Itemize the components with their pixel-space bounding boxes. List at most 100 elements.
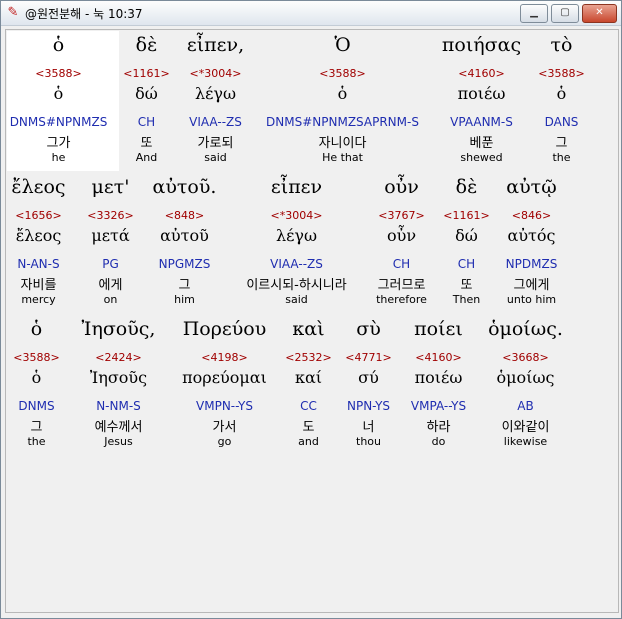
strong-number: <3588>: [319, 67, 366, 80]
lemma: δώ: [455, 226, 478, 245]
korean-gloss: 그: [555, 136, 568, 151]
lemma: ἔλεος: [15, 226, 62, 245]
strong-number: <1656>: [15, 209, 62, 222]
strong-number: <2424>: [95, 351, 142, 364]
korean-gloss: 자니이다: [318, 136, 367, 151]
parsing-code: NPDMZS: [505, 257, 558, 271]
strong-number: <*3004>: [189, 67, 242, 80]
korean-gloss: 이와같이: [501, 420, 550, 435]
parsing-code: AB: [517, 399, 534, 413]
english-gloss: and: [298, 435, 319, 448]
english-gloss: likewise: [503, 435, 548, 448]
parsing-code: VIAA--ZS: [270, 257, 323, 271]
strong-number: <3668>: [502, 351, 549, 364]
korean-gloss: 또: [140, 136, 153, 151]
parsing-code: N-AN-S: [17, 257, 60, 271]
korean-gloss: 자비를: [20, 278, 57, 293]
english-gloss: therefore: [376, 293, 427, 306]
lemma: ὁμοίως: [496, 368, 555, 387]
parsing-code: N-NM-S: [96, 399, 141, 413]
english-gloss: the: [27, 435, 46, 448]
lemma: αὐτός: [507, 226, 556, 245]
lemma: ὁ: [337, 84, 348, 103]
korean-gloss: 가로되: [197, 136, 234, 151]
window-title: @원전분해 - 눅 10:37: [25, 7, 143, 21]
parsing-code: VIAA--ZS: [189, 115, 242, 129]
parsing-code: PG: [102, 257, 119, 271]
strong-number: <4198>: [201, 351, 248, 364]
english-gloss: Then: [452, 293, 481, 306]
strong-number: <3588>: [538, 67, 585, 80]
maximize-icon: ▢: [560, 7, 570, 18]
parsing-code: CH: [392, 257, 411, 271]
english-gloss: do: [431, 435, 446, 448]
korean-gloss: 그러므로: [377, 278, 426, 293]
parsing-code: VPAANM-S: [450, 115, 513, 129]
strong-number: <3588>: [13, 351, 60, 364]
interlinear-view[interactable]: ὁ <3588> ὁ DNMS#NPNMZS 그가 he δὲ <1161> δ…: [5, 29, 619, 613]
korean-gloss: 그가: [46, 136, 71, 151]
english-gloss: thou: [356, 435, 381, 448]
english-gloss: go: [217, 435, 232, 448]
greek-word: Πορεύου: [182, 318, 267, 340]
english-gloss: And: [135, 151, 158, 164]
greek-word: ἔλεος: [11, 176, 66, 198]
english-gloss: the: [552, 151, 571, 164]
lemma: ὁ: [31, 368, 42, 387]
strong-number: <2532>: [285, 351, 332, 364]
greek-word: Ἰησοῦς,: [81, 318, 156, 340]
parsing-code: CH: [137, 115, 156, 129]
lemma: πορεύομαι: [182, 368, 267, 387]
strong-number: <3588>: [35, 67, 82, 80]
maximize-button[interactable]: ▢: [551, 4, 579, 23]
parsing-code: CH: [457, 257, 476, 271]
korean-gloss: 예수께서: [94, 420, 143, 435]
lemma: δώ: [135, 84, 158, 103]
lemma: ὁ: [556, 84, 567, 103]
parsing-code: DNMS: [18, 399, 55, 413]
lemma: ὁ: [53, 84, 64, 103]
app-logo-icon[interactable]: ✎: [5, 5, 21, 21]
parsing-code: VMPA--YS: [410, 399, 467, 413]
korean-gloss: 하라: [426, 420, 451, 435]
strong-number: <*3004>: [270, 209, 323, 222]
english-gloss: unto him: [506, 293, 557, 306]
korean-gloss: 이르시되-하시니라: [246, 278, 347, 293]
greek-word: οὖν: [384, 176, 419, 198]
greek-word: καὶ: [292, 318, 325, 340]
english-gloss: said: [204, 151, 227, 164]
parsing-code: NPGMZS: [158, 257, 211, 271]
greek-word: εἶπεν: [270, 176, 323, 198]
greek-word: αὐτοῦ.: [152, 176, 217, 198]
english-gloss: Jesus: [104, 435, 133, 448]
lemma: οὖν: [386, 226, 417, 245]
strong-number: <4160>: [415, 351, 462, 364]
lemma: αὐτοῦ: [160, 226, 209, 245]
parsing-code: DNMS#NPNMZS: [9, 115, 108, 129]
greek-word: ὁ: [30, 318, 43, 340]
parsing-code: CC: [300, 399, 317, 413]
english-gloss: on: [103, 293, 118, 306]
greek-word: τὸ: [550, 34, 573, 56]
close-button[interactable]: ✕: [582, 4, 617, 23]
english-gloss: he: [51, 151, 66, 164]
korean-gloss: 그: [30, 420, 43, 435]
title-bar[interactable]: ✎ @원전분해 - 눅 10:37 ▁ ▢ ✕: [1, 1, 621, 26]
parsing-code: VMPN--YS: [196, 399, 253, 413]
korean-gloss: 그에게: [513, 278, 550, 293]
lemma: Ἰησοῦς: [89, 368, 148, 387]
lemma: λέγω: [194, 84, 237, 103]
app-window: ✎ @원전분해 - 눅 10:37 ▁ ▢ ✕ ὁ <3588> ὁ DNMS#…: [0, 0, 622, 619]
lemma: καί: [294, 368, 323, 387]
korean-gloss: 베푼: [469, 136, 494, 151]
strong-number: <846>: [511, 209, 552, 222]
parsing-code: DANS: [544, 115, 579, 129]
greek-word: εἶπεν,: [186, 34, 245, 56]
greek-word: Ὁ: [334, 34, 351, 56]
minimize-icon: ▁: [530, 7, 538, 18]
english-gloss: He that: [322, 151, 363, 164]
minimize-button[interactable]: ▁: [520, 4, 548, 23]
korean-gloss: 또: [460, 278, 473, 293]
lemma: λέγω: [275, 226, 318, 245]
greek-word: μετ': [91, 176, 130, 198]
